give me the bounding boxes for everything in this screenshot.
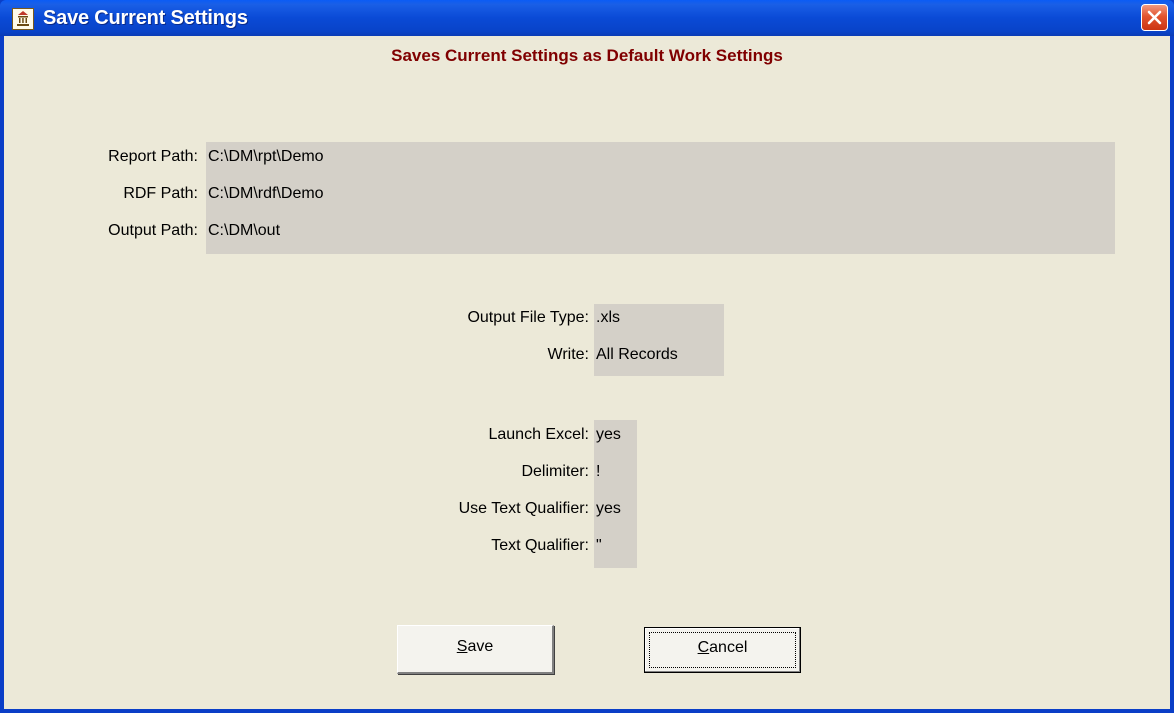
launch-excel-value: yes: [596, 426, 621, 443]
text-qualifier-label: Text Qualifier:: [491, 537, 589, 554]
use-text-qualifier-label: Use Text Qualifier:: [458, 500, 589, 517]
delimiter-label: Delimiter:: [521, 463, 589, 480]
title-bar[interactable]: Save Current Settings: [0, 0, 1174, 36]
rdf-path-value: C:\DM\rdf\Demo: [208, 185, 324, 202]
report-path-value: C:\DM\rpt\Demo: [208, 148, 324, 165]
output-file-type-value: .xls: [596, 309, 620, 326]
output-path-value: C:\DM\out: [208, 222, 281, 239]
cancel-button[interactable]: Cancel: [644, 627, 801, 673]
launch-excel-label: Launch Excel:: [488, 426, 589, 443]
output-file-type-label: Output File Type:: [467, 309, 589, 326]
use-text-qualifier-value: yes: [596, 500, 621, 517]
paths-panel: [206, 142, 1115, 254]
output-path-label: Output Path:: [108, 222, 198, 239]
save-button[interactable]: Save: [397, 625, 554, 674]
cancel-button-label: Cancel: [697, 639, 748, 656]
rdf-path-label: RDF Path:: [123, 185, 198, 202]
dialog-heading: Saves Current Settings as Default Work S…: [391, 46, 783, 65]
close-icon[interactable]: [1141, 4, 1168, 31]
write-label: Write:: [547, 346, 589, 363]
bank-icon[interactable]: [12, 8, 34, 30]
save-button-label: Save: [456, 638, 494, 655]
dialog-body: [4, 36, 1170, 709]
window-title: Save Current Settings: [43, 7, 248, 29]
delimiter-value: !: [596, 463, 601, 480]
dialog-window: Save Current Settings Saves Current Sett…: [0, 0, 1174, 713]
write-value: All Records: [596, 346, 678, 363]
text-qualifier-value: ": [596, 537, 602, 554]
report-path-label: Report Path:: [108, 148, 198, 165]
